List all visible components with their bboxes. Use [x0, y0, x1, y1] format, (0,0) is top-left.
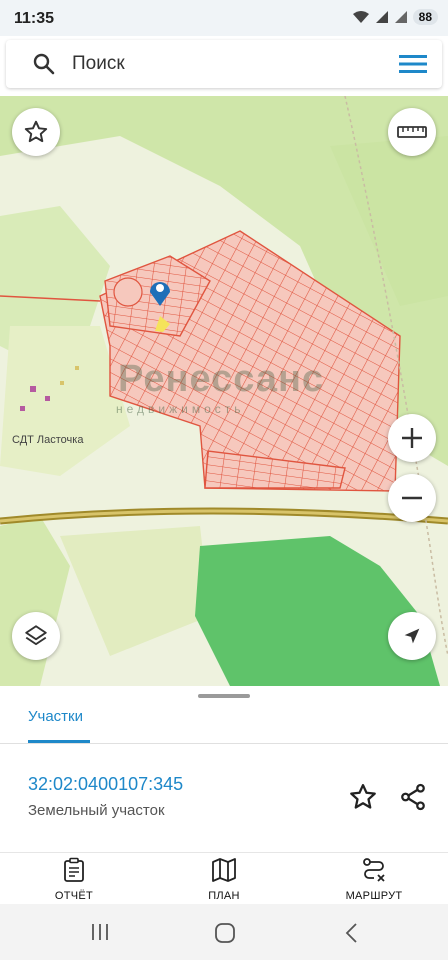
navigation-arrow-icon [404, 628, 420, 644]
status-bar: 11:35 88 [0, 0, 448, 36]
nav-route[interactable]: МАРШРУТ [324, 857, 424, 902]
route-icon [363, 858, 385, 882]
signal-icon [375, 11, 388, 23]
favorites-map-button[interactable] [12, 108, 60, 156]
map-view[interactable]: Ренессанс недвижимость СДТ Ласточка [0, 96, 448, 686]
system-navigation-bar [0, 904, 448, 960]
watermark-subtitle: недвижимость [116, 402, 245, 416]
home-icon[interactable] [214, 922, 236, 944]
tab-parcels[interactable]: Участки [28, 708, 83, 725]
status-time: 11:35 [14, 10, 55, 27]
star-icon[interactable] [348, 782, 378, 812]
zoom-out-button[interactable] [388, 474, 436, 522]
layers-icon [25, 625, 47, 646]
nav-report-label: ОТЧЁТ [54, 890, 94, 902]
search-bar[interactable]: Поиск [6, 40, 442, 88]
nav-route-label: МАРШРУТ [345, 890, 403, 902]
battery-indicator: 88 [412, 9, 438, 25]
back-icon[interactable] [342, 922, 362, 944]
nav-report[interactable]: ОТЧЁТ [24, 857, 124, 902]
nav-plan[interactable]: ПЛАН [174, 857, 274, 902]
minus-icon [402, 496, 422, 500]
zoom-in-button[interactable] [388, 414, 436, 462]
my-location-button[interactable] [388, 612, 436, 660]
menu-icon[interactable] [398, 52, 428, 76]
nav-plan-label: ПЛАН [208, 890, 240, 902]
map-place-label: СДТ Ласточка [12, 434, 84, 446]
ruler-icon [397, 126, 427, 138]
divider [0, 743, 448, 744]
plus-icon [402, 428, 422, 448]
cadastral-number[interactable]: 32:02:0400107:345 [28, 774, 183, 795]
parcel-type: Земельный участок [28, 802, 165, 819]
signal-icon-2 [394, 11, 407, 23]
search-icon [33, 53, 55, 75]
map-plan-icon [212, 858, 236, 882]
share-icon[interactable] [398, 782, 428, 812]
layers-button[interactable] [12, 612, 60, 660]
ruler-button[interactable] [388, 108, 436, 156]
status-icons: 88 [352, 9, 438, 25]
report-icon [64, 857, 84, 882]
bottom-navigation: ОТЧЁТ ПЛАН МАРШРУТ [0, 852, 448, 905]
watermark-title: Ренессанс [118, 358, 325, 400]
search-input[interactable]: Поиск [72, 53, 125, 75]
parcel-info-sheet: Участки 32:02:0400107:345 Земельный учас… [0, 686, 448, 852]
recent-apps-icon[interactable] [90, 922, 110, 942]
wifi-icon [352, 11, 369, 23]
star-icon [24, 120, 48, 143]
sheet-drag-handle[interactable] [198, 694, 250, 698]
